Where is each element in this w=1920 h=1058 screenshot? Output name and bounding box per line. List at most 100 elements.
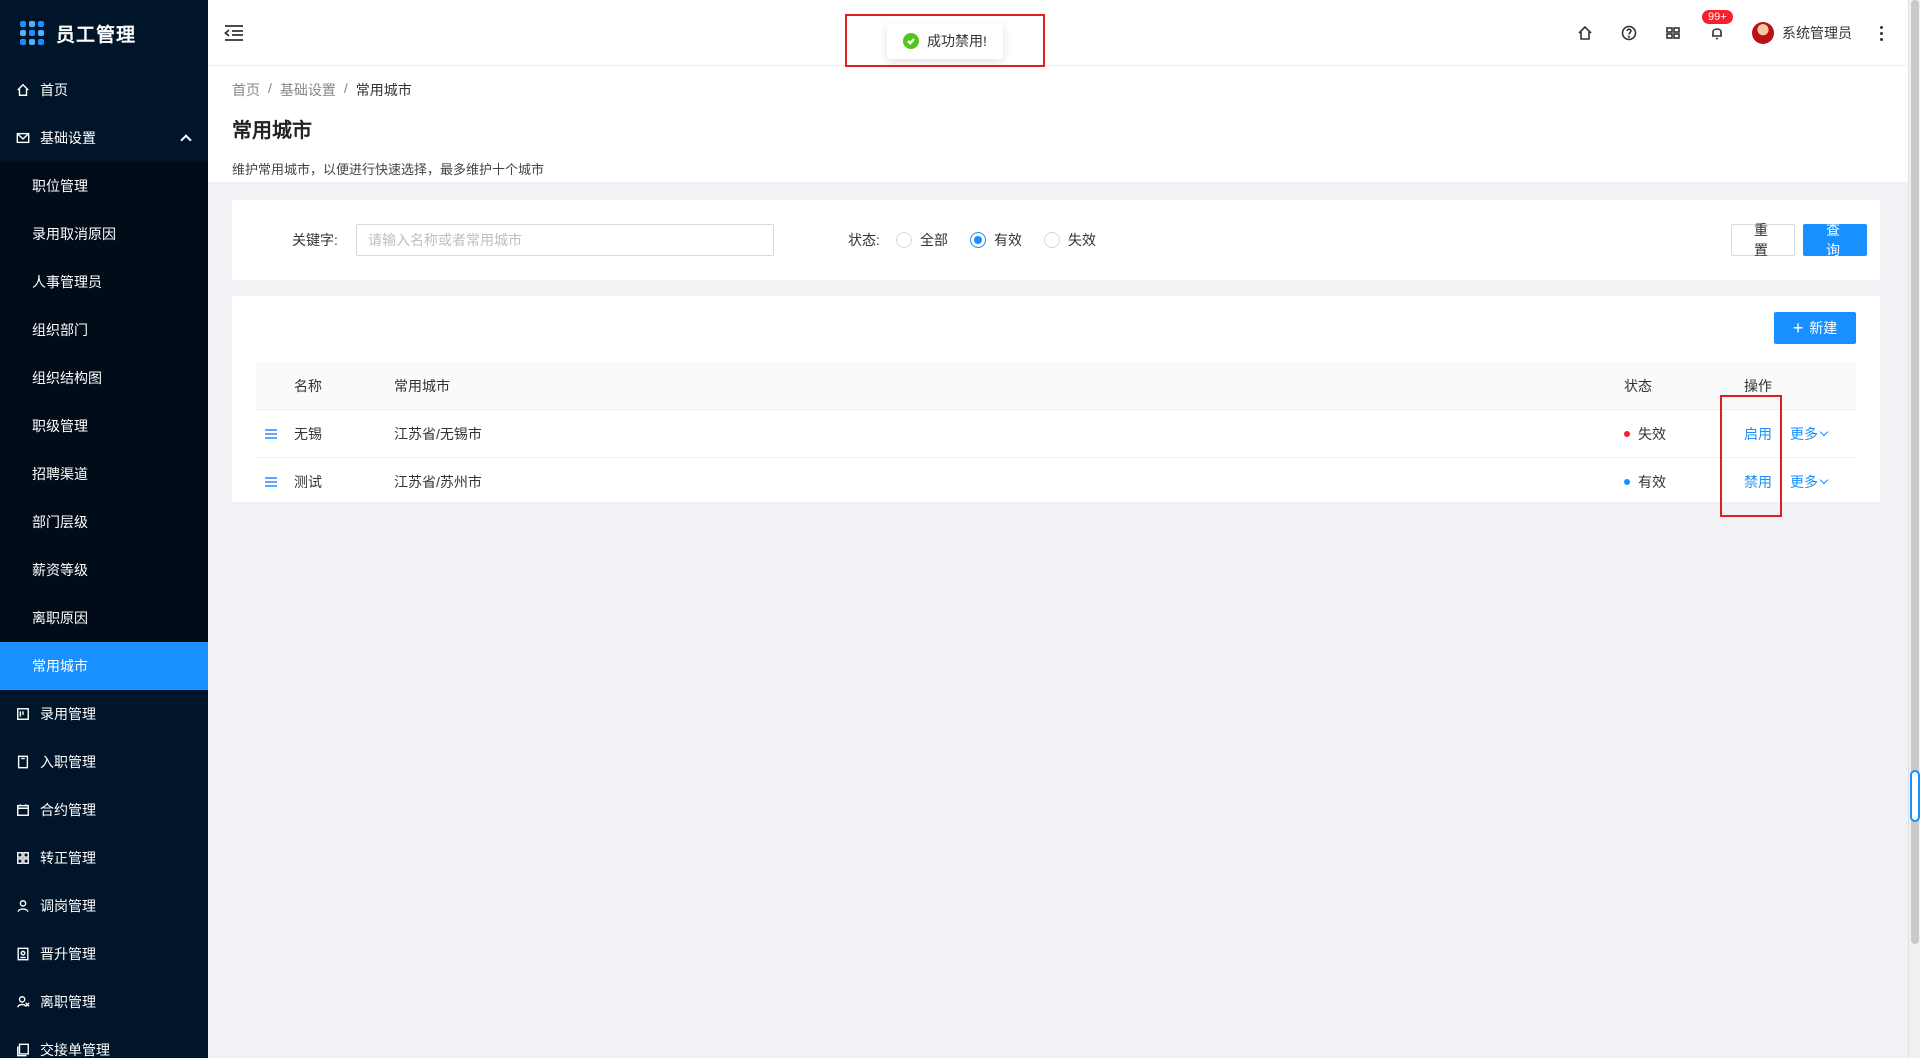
notification-badge: 99+ — [1702, 10, 1733, 24]
sidebar-item-transfer[interactable]: 调岗管理 — [0, 882, 208, 930]
status-radio-all[interactable]: 全部 — [896, 230, 948, 250]
new-button[interactable]: + 新建 — [1774, 312, 1856, 344]
scroll-knob[interactable] — [1910, 770, 1920, 822]
sidebar-submenu: 职位管理 录用取消原因 人事管理员 组织部门 组织结构图 职级管理 招聘渠道 部… — [0, 162, 208, 690]
query-button[interactable]: 查询 — [1803, 222, 1867, 258]
sidebar-item-resign-reason[interactable]: 离职原因 — [0, 594, 208, 642]
radio-label: 失效 — [1068, 232, 1096, 248]
sidebar-item-rank[interactable]: 职级管理 — [0, 402, 208, 450]
sidebar-item-common-city[interactable]: 常用城市 — [0, 642, 208, 690]
calendar-icon — [16, 803, 30, 817]
more-dropdown[interactable]: 更多 — [1790, 424, 1829, 444]
drag-handle-icon[interactable] — [264, 410, 278, 458]
apps-grid-icon — [20, 21, 44, 45]
home-icon[interactable] — [1576, 24, 1594, 42]
breadcrumb-separator: / — [268, 80, 272, 96]
bell-icon[interactable]: 99+ — [1702, 10, 1733, 42]
sidebar-item-label: 部门层级 — [32, 514, 88, 530]
table-header: 名称 常用城市 状态 操作 — [256, 362, 1856, 410]
status-badge: 有效 — [1624, 458, 1666, 506]
promotion-icon — [16, 947, 30, 961]
page-header: 首页 / 基础设置 / 常用城市 常用城市 维护常用城市，以便进行快速选择，最多… — [208, 66, 1908, 182]
status-dot — [1624, 431, 1630, 437]
sidebar-item-org-dept[interactable]: 组织部门 — [0, 306, 208, 354]
page-description: 维护常用城市，以便进行快速选择，最多维护十个城市 — [232, 162, 545, 177]
status-dot — [1624, 479, 1630, 485]
sidebar-item-label: 入职管理 — [40, 754, 96, 770]
drag-handle-icon[interactable] — [264, 458, 278, 506]
more-vertical-icon[interactable] — [1878, 25, 1884, 41]
sidebar-item-position[interactable]: 职位管理 — [0, 162, 208, 210]
resign-icon — [16, 995, 30, 1009]
sidebar-item-offer[interactable]: 录用管理 — [0, 690, 208, 738]
chevron-down-icon — [1819, 427, 1829, 437]
sidebar-item-label: 常用城市 — [32, 658, 88, 674]
sidebar-item-resign[interactable]: 离职管理 — [0, 978, 208, 1026]
row-city: 江苏省/苏州市 — [394, 474, 482, 490]
sidebar-item-org-chart[interactable]: 组织结构图 — [0, 354, 208, 402]
row-city: 江苏省/无锡市 — [394, 426, 482, 442]
status-radio-group: 全部 有效 失效 — [896, 230, 1096, 250]
grid-icon — [16, 851, 30, 865]
table-row: 无锡 江苏省/无锡市 失效 启用 更多 — [256, 410, 1856, 458]
sidebar-item-label: 组织部门 — [32, 322, 88, 338]
user-menu[interactable]: 系统管理员 — [1752, 22, 1852, 44]
success-toast: 成功禁用! — [887, 22, 1003, 59]
actions-highlight — [1720, 395, 1782, 517]
sidebar-item-label: 招聘渠道 — [32, 466, 88, 482]
radio-circle — [970, 232, 986, 248]
breadcrumb-home[interactable]: 首页 — [232, 80, 260, 100]
status-text: 有效 — [1638, 474, 1666, 490]
breadcrumb: 首页 / 基础设置 / 常用城市 — [232, 80, 1884, 100]
apps-icon[interactable] — [1664, 24, 1682, 42]
status-radio-valid[interactable]: 有效 — [970, 230, 1022, 250]
sidebar-item-offer-cancel-reason[interactable]: 录用取消原因 — [0, 210, 208, 258]
sidebar-item-label: 职位管理 — [32, 178, 88, 194]
sidebar-item-contract[interactable]: 合约管理 — [0, 786, 208, 834]
reset-button[interactable]: 重置 — [1731, 222, 1795, 258]
sidebar-item-regularize[interactable]: 转正管理 — [0, 834, 208, 882]
sidebar-item-label: 调岗管理 — [40, 898, 96, 914]
breadcrumb-basic-settings[interactable]: 基础设置 — [280, 80, 336, 100]
offer-icon — [16, 707, 30, 721]
row-name: 无锡 — [294, 426, 322, 442]
status-radio-invalid[interactable]: 失效 — [1044, 230, 1096, 250]
top-header: 99+ 系统管理员 — [208, 0, 1908, 66]
sidebar-item-salary-grade[interactable]: 薪资等级 — [0, 546, 208, 594]
more-label: 更多 — [1790, 426, 1818, 442]
handover-icon — [16, 1043, 30, 1057]
row-name: 测试 — [294, 474, 322, 490]
breadcrumb-current: 常用城市 — [355, 82, 412, 98]
sidebar-item-label: 交接单管理 — [40, 1042, 110, 1058]
sidebar-item-label: 基础设置 — [40, 130, 96, 146]
menu-fold-icon[interactable] — [224, 24, 244, 42]
sidebar-item-label: 首页 — [40, 82, 68, 98]
sidebar-item-onboard[interactable]: 入职管理 — [0, 738, 208, 786]
sidebar-item-label: 录用取消原因 — [32, 226, 116, 242]
sidebar-item-label: 职级管理 — [32, 418, 88, 434]
sidebar-item-label: 录用管理 — [40, 706, 96, 722]
plus-icon: + — [1792, 318, 1804, 338]
status-badge: 失效 — [1624, 410, 1666, 458]
sidebar-item-dept-level[interactable]: 部门层级 — [0, 498, 208, 546]
sidebar-item-promotion[interactable]: 晋升管理 — [0, 930, 208, 978]
sidebar-item-home[interactable]: 首页 — [0, 66, 208, 114]
sidebar-item-handover[interactable]: 交接单管理 — [0, 1026, 208, 1058]
sidebar-item-hr-admin[interactable]: 人事管理员 — [0, 258, 208, 306]
page-scrollbar[interactable] — [1908, 0, 1920, 1058]
sidebar-item-label: 转正管理 — [40, 850, 96, 866]
status-filter-label: 状态: — [848, 232, 880, 248]
radio-label: 有效 — [994, 232, 1022, 248]
sidebar-group-basic-settings[interactable]: 基础设置 — [0, 114, 208, 162]
keyword-input[interactable] — [356, 224, 774, 256]
radio-circle — [896, 232, 912, 248]
sidebar: 员工管理 首页 基础设置 职位管理 录用取消原因 人事管理员 组织部门 组织结构… — [0, 0, 208, 1058]
help-icon[interactable] — [1620, 24, 1638, 42]
header-actions: 99+ 系统管理员 — [1576, 0, 1884, 66]
sidebar-item-recruit-channel[interactable]: 招聘渠道 — [0, 450, 208, 498]
check-circle-icon — [903, 32, 920, 49]
more-dropdown[interactable]: 更多 — [1790, 472, 1829, 492]
column-header-name: 名称 — [294, 378, 322, 394]
breadcrumb-separator: / — [343, 80, 348, 96]
more-label: 更多 — [1790, 474, 1818, 490]
